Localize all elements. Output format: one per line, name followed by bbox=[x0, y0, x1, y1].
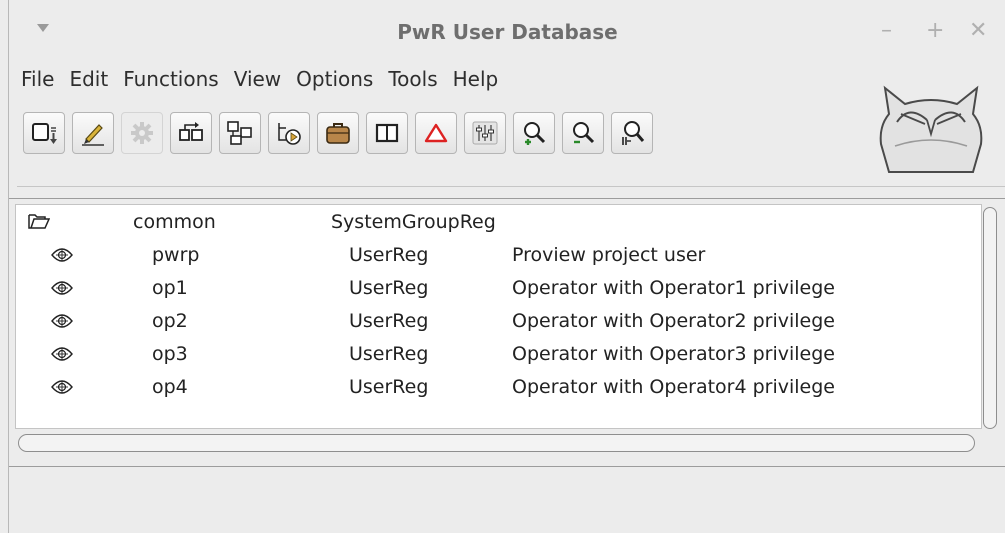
zoom-reset-icon bbox=[622, 121, 645, 145]
horizontal-scrollbar[interactable] bbox=[18, 434, 975, 452]
open-user-button[interactable] bbox=[23, 112, 65, 154]
menu-file[interactable]: File bbox=[13, 62, 61, 96]
window-title: PwR User Database bbox=[397, 20, 618, 44]
tree-pane: common SystemGroupReg pwrp UserReg Provi… bbox=[9, 198, 1005, 467]
move-button[interactable] bbox=[268, 112, 310, 154]
menu-view[interactable]: View bbox=[226, 62, 288, 96]
proview-owl-logo-icon bbox=[879, 85, 983, 173]
zoom-out-icon bbox=[573, 122, 595, 144]
window-split-button[interactable] bbox=[366, 112, 408, 154]
tree-row-user[interactable]: op4 UserReg Operator with Operator4 priv… bbox=[16, 372, 981, 405]
tree-row-user[interactable]: pwrp UserReg Proview project user bbox=[16, 240, 981, 273]
tree-row-group[interactable]: common SystemGroupReg bbox=[16, 207, 981, 240]
tree-row-user[interactable]: op2 UserReg Operator with Operator2 priv… bbox=[16, 306, 981, 339]
pwr-user-database-window: PwR User Database – + ✕ File Edit Functi… bbox=[8, 0, 1005, 533]
menu-bar: File Edit Functions View Options Tools H… bbox=[13, 62, 505, 96]
title-bar: PwR User Database – + ✕ bbox=[9, 0, 1005, 58]
user-leaf-icon bbox=[50, 311, 74, 336]
open-user-icon bbox=[32, 123, 57, 144]
user-description: Operator with Operator4 privilege bbox=[512, 376, 835, 398]
insert-structure-icon bbox=[227, 121, 252, 145]
menu-help[interactable]: Help bbox=[445, 62, 506, 96]
tree-row-user[interactable]: op1 UserReg Operator with Operator1 priv… bbox=[16, 273, 981, 306]
user-leaf-icon bbox=[50, 344, 74, 369]
user-class: UserReg bbox=[349, 376, 429, 398]
user-description: Operator with Operator1 privilege bbox=[512, 277, 835, 299]
insert-object-button[interactable] bbox=[170, 112, 212, 154]
user-leaf-icon bbox=[50, 278, 74, 303]
functions-gear-button[interactable] bbox=[121, 112, 163, 154]
gear-icon bbox=[131, 122, 153, 144]
zoom-in-icon bbox=[524, 122, 546, 145]
group-class: SystemGroupReg bbox=[331, 211, 496, 233]
user-class: UserReg bbox=[349, 277, 429, 299]
move-icon bbox=[278, 123, 301, 145]
user-name: op2 bbox=[152, 310, 188, 332]
toolbar bbox=[23, 112, 653, 154]
menu-tools[interactable]: Tools bbox=[380, 62, 444, 96]
maximize-button[interactable]: + bbox=[926, 18, 944, 44]
equalizer-icon bbox=[472, 121, 498, 145]
menu-edit[interactable]: Edit bbox=[61, 62, 115, 96]
briefcase-button[interactable] bbox=[317, 112, 359, 154]
group-name: common bbox=[133, 211, 216, 233]
user-name: op1 bbox=[152, 277, 188, 299]
user-name: pwrp bbox=[152, 244, 200, 266]
edit-button[interactable] bbox=[72, 112, 114, 154]
window-split-icon bbox=[375, 123, 399, 143]
edit-pencil-icon bbox=[82, 124, 104, 146]
close-button[interactable]: ✕ bbox=[969, 18, 987, 44]
user-description: Proview project user bbox=[512, 244, 706, 266]
tree-row-user[interactable]: op3 UserReg Operator with Operator3 priv… bbox=[16, 339, 981, 372]
briefcase-icon bbox=[326, 123, 350, 144]
warning-triangle-icon bbox=[424, 123, 448, 143]
user-name: op4 bbox=[152, 376, 188, 398]
user-description: Operator with Operator2 privilege bbox=[512, 310, 835, 332]
user-class: UserReg bbox=[349, 244, 429, 266]
menu-functions[interactable]: Functions bbox=[115, 62, 226, 96]
user-leaf-icon bbox=[50, 377, 74, 402]
vertical-scrollbar[interactable] bbox=[983, 207, 997, 429]
warning-button[interactable] bbox=[415, 112, 457, 154]
user-description: Operator with Operator3 privilege bbox=[512, 343, 835, 365]
menu-options[interactable]: Options bbox=[288, 62, 380, 96]
zoom-reset-button[interactable] bbox=[611, 112, 653, 154]
zoom-in-button[interactable] bbox=[513, 112, 555, 154]
user-class: UserReg bbox=[349, 310, 429, 332]
insert-structure-button[interactable] bbox=[219, 112, 261, 154]
toolbar-separator bbox=[17, 186, 1005, 187]
user-leaf-icon bbox=[50, 245, 74, 270]
insert-object-icon bbox=[179, 122, 203, 141]
minimize-button[interactable]: – bbox=[881, 18, 892, 44]
equalizer-button[interactable] bbox=[464, 112, 506, 154]
user-name: op3 bbox=[152, 343, 188, 365]
folder-icon[interactable] bbox=[28, 212, 51, 235]
user-class: UserReg bbox=[349, 343, 429, 365]
user-tree[interactable]: common SystemGroupReg pwrp UserReg Provi… bbox=[15, 204, 982, 429]
zoom-out-button[interactable] bbox=[562, 112, 604, 154]
